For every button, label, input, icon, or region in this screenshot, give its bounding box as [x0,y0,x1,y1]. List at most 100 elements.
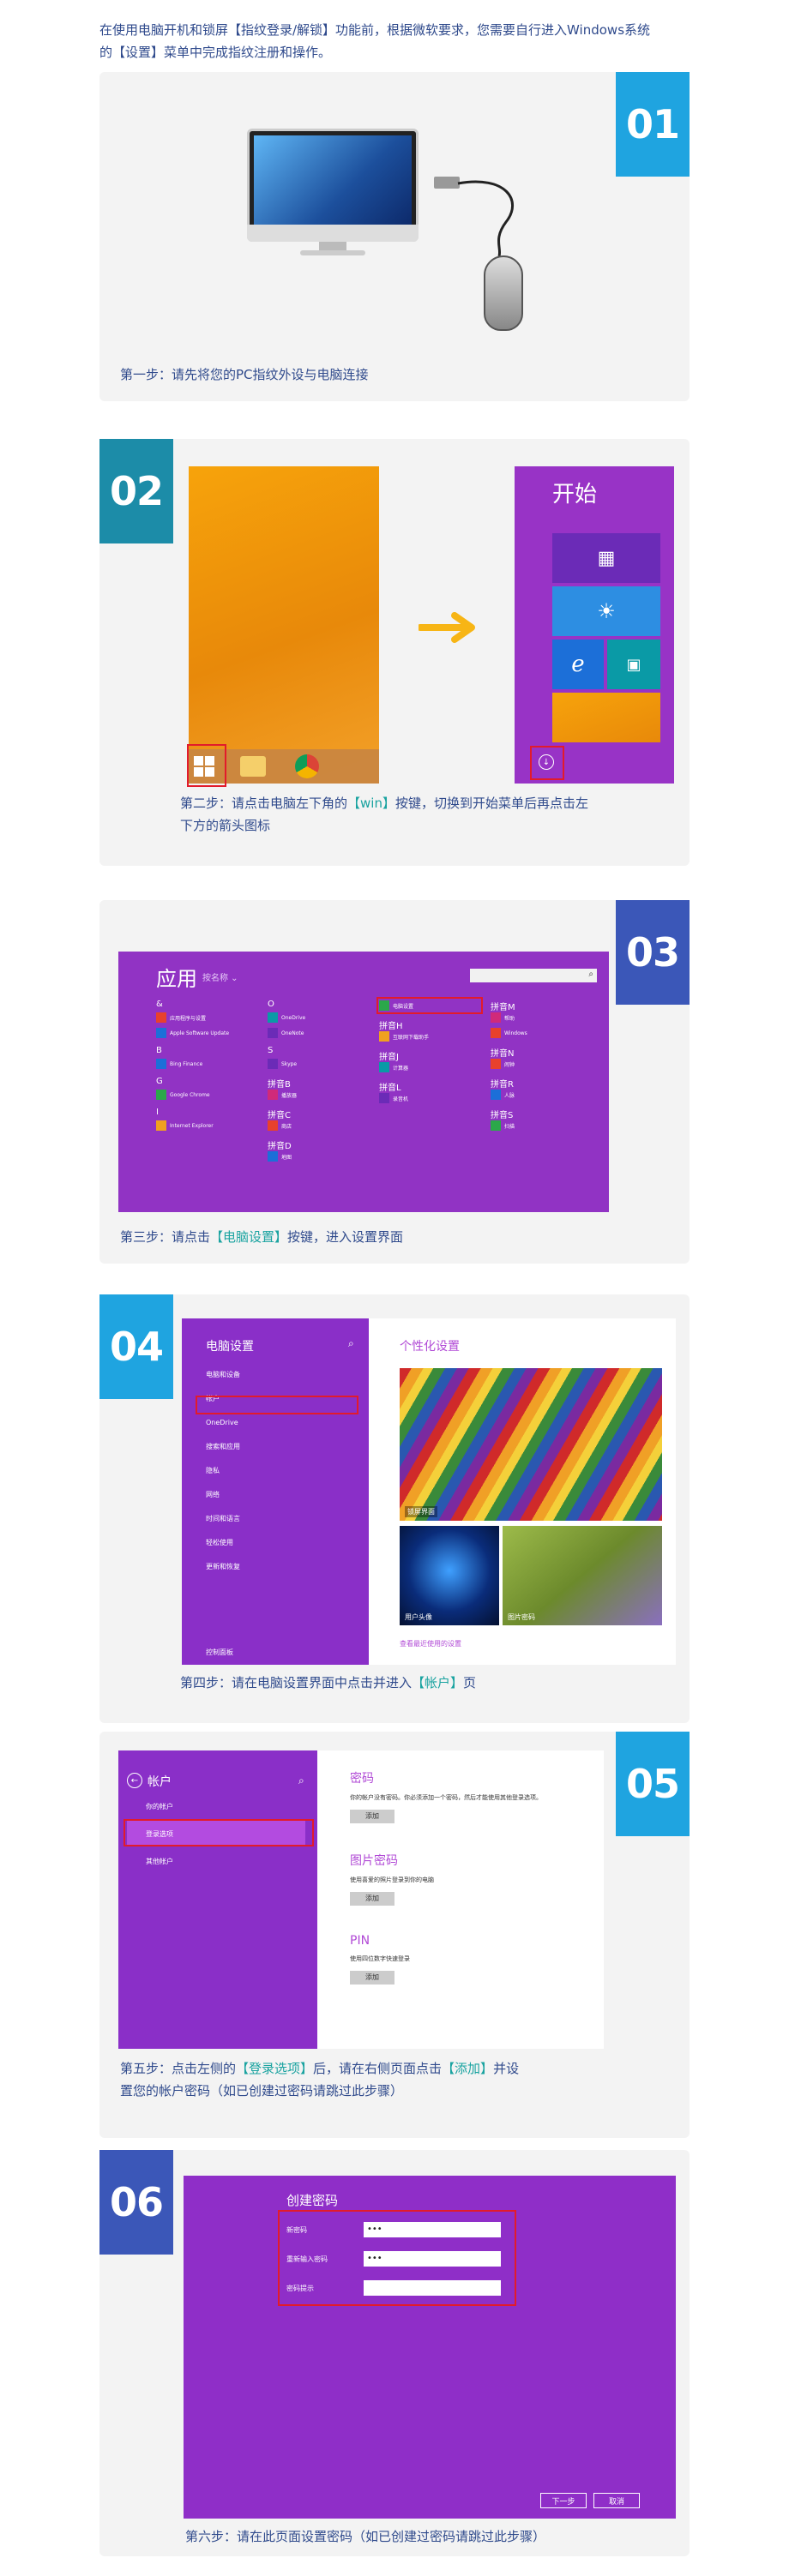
app-list-item[interactable]: 录音机 [379,1092,408,1104]
account-sections: 密码 你的帐户没有密码。你必须添加一个密码，然后才能使用其他登录选项。 添加 图片密码… [350,1769,590,2016]
password-field-row: 新密码 ••• [286,2215,509,2244]
app-list-item[interactable]: Windows [491,1027,527,1039]
account-title: 帐户 [148,1775,172,1789]
app-list-item[interactable]: 应用程序与设置 [156,1012,206,1024]
recent-settings-link[interactable]: 查看最近使用的设置 [400,1639,461,1648]
app-list-item[interactable]: OneNote [268,1027,304,1039]
cancel-button[interactable]: 取消 [593,2493,640,2508]
app-list-item[interactable]: Apple Software Update [156,1027,229,1039]
avatar-image[interactable]: 用户头像 [400,1526,499,1625]
app-list-item[interactable]: Skype [268,1058,297,1070]
password-input[interactable]: ••• [364,2251,501,2267]
tile-photos[interactable]: ▣ [607,639,660,689]
step-badge: 06 [99,2150,173,2255]
app-list-item[interactable]: Google Chrome [156,1089,210,1101]
app-list-item[interactable]: 扫描 [491,1120,515,1132]
pc-settings-menu-item[interactable]: OneDrive [206,1418,360,1442]
app-label: OneDrive [281,1014,306,1021]
app-label: 人脉 [504,1092,515,1099]
app-label: 帮助 [504,1015,515,1022]
app-icon [268,1090,278,1100]
app-label: 计算器 [393,1065,409,1072]
lockscreen-label: 锁屏界面 [405,1506,437,1517]
add-button[interactable]: 添加 [350,1970,394,1985]
chrome-icon[interactable] [295,754,319,778]
app-icon [379,1062,389,1072]
pc-settings-menu-item[interactable]: 时间和语言 [206,1514,360,1538]
search-icon[interactable]: ⌕ [348,1337,354,1350]
add-button[interactable]: 添加 [350,1891,394,1906]
account-menu-0[interactable]: 你的帐户 [146,1802,173,1811]
app-icon [156,1028,166,1038]
app-list-item[interactable]: Bing Finance [156,1058,202,1070]
arrow-right-icon [419,612,475,643]
account-section-title: PIN [350,1934,370,1948]
pc-settings-menu-item[interactable]: 搜索和应用 [206,1442,360,1466]
app-list-item[interactable]: 闹钟 [491,1058,515,1070]
account-section: 密码 你的帐户没有密码。你必须添加一个密码，然后才能使用其他登录选项。 添加 [350,1769,590,1852]
apps-group-header: & [156,1000,163,1009]
step-6-card: 06 创建密码 新密码 ••• 重新输入密码 ••• 密码提示 下一步 取消 第六步：请… [99,2150,690,2556]
pc-settings-menu-item[interactable]: 网络 [206,1490,360,1514]
app-label: Windows [504,1030,527,1036]
password-input[interactable]: ••• [364,2222,501,2237]
app-list-item[interactable]: 商店 [268,1120,292,1132]
arrow-highlight [530,746,564,780]
control-panel-link[interactable]: 控制面板 [206,1648,233,1657]
app-list-item[interactable]: 互联网下载助手 [379,1030,429,1042]
app-label: Bing Finance [170,1060,203,1067]
picture-password-image[interactable]: 图片密码 [503,1526,662,1625]
pc-settings-menu-item[interactable]: 轻松使用 [206,1538,360,1562]
app-icon [491,1120,501,1131]
app-list-item[interactable]: 地图 [268,1150,292,1162]
app-label: Internet Explorer [170,1122,214,1129]
apps-sort[interactable]: 按名称 ⌄ [202,970,238,983]
account-section-title: 密码 [350,1772,374,1786]
app-label: 应用程序与设置 [170,1015,207,1022]
tile-calendar[interactable]: ▦ [552,533,660,583]
pc-settings-menu-item[interactable]: 更新和恢复 [206,1562,360,1586]
password-field-row: 重新输入密码 ••• [286,2244,509,2273]
app-label: 播放器 [281,1092,298,1099]
app-list-item[interactable]: OneDrive [268,1012,305,1024]
apps-screen: 应用 按名称 ⌄ ⌕ & 应用程序与设置 Apple Software Update… [118,952,609,1212]
add-button[interactable]: 添加 [350,1809,394,1823]
search-icon: ⌕ [588,970,593,979]
lockscreen-image[interactable]: 锁屏界面 [400,1368,662,1521]
account-section-desc: 使用四位数字快速登录 [350,1955,410,1962]
apps-group-header: I [156,1108,159,1117]
app-list-item[interactable]: Internet Explorer [156,1120,214,1132]
app-list-item[interactable]: 计算器 [379,1061,408,1073]
app-icon [268,1059,278,1069]
app-icon [491,1012,501,1023]
app-label: Google Chrome [170,1091,210,1098]
search-icon[interactable]: ⌕ [298,1774,304,1787]
apps-search-box[interactable]: ⌕ [470,969,597,982]
account-section: 图片密码 使用喜爱的照片登录到你的电脑 添加 [350,1852,590,1934]
next-button[interactable]: 下一步 [540,2493,587,2508]
apps-group-header: 拼音N [491,1049,515,1059]
app-label: OneNote [281,1030,304,1036]
tile-desktop[interactable] [552,693,660,742]
app-list-item[interactable]: 人脉 [491,1089,515,1101]
account-section-desc: 使用喜爱的照片登录到你的电脑 [350,1876,434,1883]
back-arrow-icon[interactable]: ← [127,1773,142,1788]
tile-ie[interactable]: e [552,639,604,689]
pc-settings-menu-item[interactable]: 电脑和设备 [206,1370,360,1394]
signin-options-highlight [123,1819,314,1846]
step-badge: 05 [616,1732,690,1836]
step-badge: 04 [99,1294,173,1399]
folder-icon[interactable] [240,756,266,777]
app-list-item[interactable]: 播放器 [268,1089,297,1101]
pc-settings-menu-item[interactable]: 隐私 [206,1466,360,1490]
app-icon [268,1151,278,1162]
app-icon [156,1090,166,1100]
account-menu-2[interactable]: 其他帐户 [146,1857,173,1866]
step-caption: 第一步：请先将您的PC指纹外设与电脑连接 [120,367,369,382]
app-list-item[interactable]: 帮助 [491,1012,515,1024]
account-screen: ← 帐户 ⌕ 你的帐户 登录选项 其他帐户 密码 你的帐户没有密码。你必须添加一个… [118,1750,604,2049]
tile-weather[interactable]: ☀ [552,586,660,636]
pc-settings-title: 电脑设置 [206,1340,254,1354]
password-input[interactable] [364,2280,501,2296]
mouse-icon [484,255,523,331]
